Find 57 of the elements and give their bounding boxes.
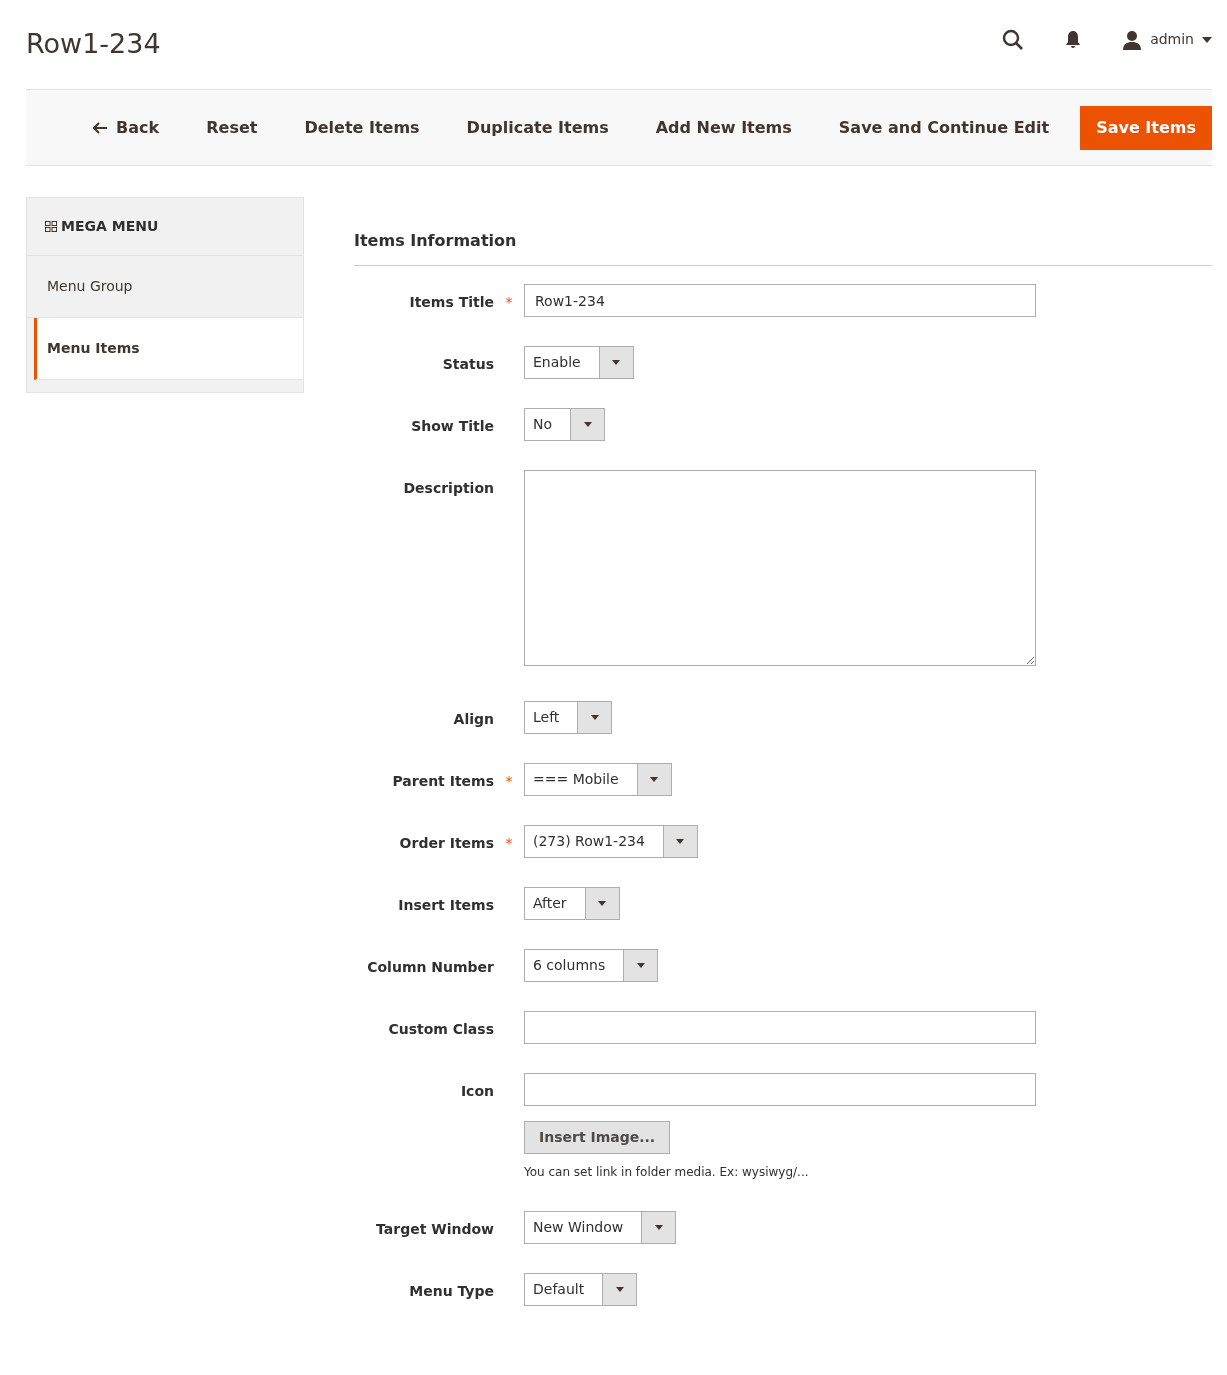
caret-icon: [650, 777, 659, 782]
field-label: Status: [441, 355, 494, 374]
user-icon[interactable]: [1122, 29, 1143, 50]
required-mark: *: [505, 294, 513, 310]
input-field[interactable]: [524, 1073, 1036, 1106]
toolbar-button[interactable]: Save and Continue Edit: [838, 107, 1050, 148]
required-mark: *: [505, 773, 513, 789]
select-field[interactable]: No: [524, 408, 606, 441]
page-title: Row1-234: [26, 28, 161, 61]
field-label: Description: [402, 479, 494, 498]
arrow-left-icon: [93, 121, 109, 134]
field-label: Insert Items: [397, 896, 494, 915]
field-label: Align: [452, 710, 494, 729]
select-field[interactable]: Enable: [524, 346, 634, 379]
field-label: Custom Class: [387, 1020, 494, 1039]
search-icon[interactable]: [1002, 28, 1025, 51]
toolbar-button[interactable]: Add New Items: [655, 107, 792, 148]
toolbar-button[interactable]: Reset: [206, 107, 258, 148]
caret-icon: [615, 1287, 624, 1292]
field-label: Items Title: [408, 293, 494, 312]
section-title: Items Information: [354, 229, 1212, 266]
caret-icon: [676, 839, 685, 844]
bell-icon[interactable]: [1064, 29, 1083, 50]
caret-icon: [598, 901, 607, 906]
select-field[interactable]: (273) Row1-234: [524, 825, 698, 858]
select-field[interactable]: Left: [524, 701, 613, 734]
select-field[interactable]: Default: [524, 1273, 638, 1306]
select-field[interactable]: === Mobile: [524, 763, 672, 796]
help-text: You can set link in folder media. Ex: wysiwyg/...: [524, 1164, 809, 1181]
toolbar-button[interactable]: Duplicate Items: [466, 107, 609, 148]
input-field[interactable]: [524, 1011, 1036, 1044]
user-menu-link[interactable]: admin: [1150, 29, 1194, 50]
insert-image-button[interactable]: Insert Image...: [524, 1121, 671, 1154]
input-field[interactable]: Row1-234: [524, 284, 1036, 317]
caret-icon: [583, 422, 592, 427]
field-label: Show Title: [410, 417, 494, 436]
caret-icon[interactable]: [1202, 36, 1212, 43]
select-field[interactable]: 6 columns: [524, 949, 659, 982]
field-label: Target Window: [375, 1220, 494, 1239]
toolbar-button[interactable]: Delete Items: [304, 107, 420, 148]
required-mark: *: [505, 835, 513, 851]
field-label: Order Items: [398, 834, 494, 853]
grid-icon: [45, 221, 57, 232]
caret-icon: [612, 360, 621, 365]
sidebar-item[interactable]: Menu Items: [34, 318, 303, 380]
select-field[interactable]: New Window: [524, 1211, 677, 1244]
field-label: Column Number: [366, 958, 494, 977]
save-button[interactable]: Save Items: [1080, 105, 1212, 150]
caret-icon: [590, 715, 599, 720]
select-field[interactable]: After: [524, 887, 620, 920]
caret-icon: [636, 963, 645, 968]
field-label: Menu Type: [408, 1282, 494, 1301]
caret-icon: [654, 1225, 663, 1230]
back-button[interactable]: Back: [93, 107, 160, 148]
field-label: Icon: [459, 1082, 494, 1101]
sidebar-title: MEGA MENU: [61, 217, 159, 236]
field-label: Parent Items: [391, 772, 494, 791]
